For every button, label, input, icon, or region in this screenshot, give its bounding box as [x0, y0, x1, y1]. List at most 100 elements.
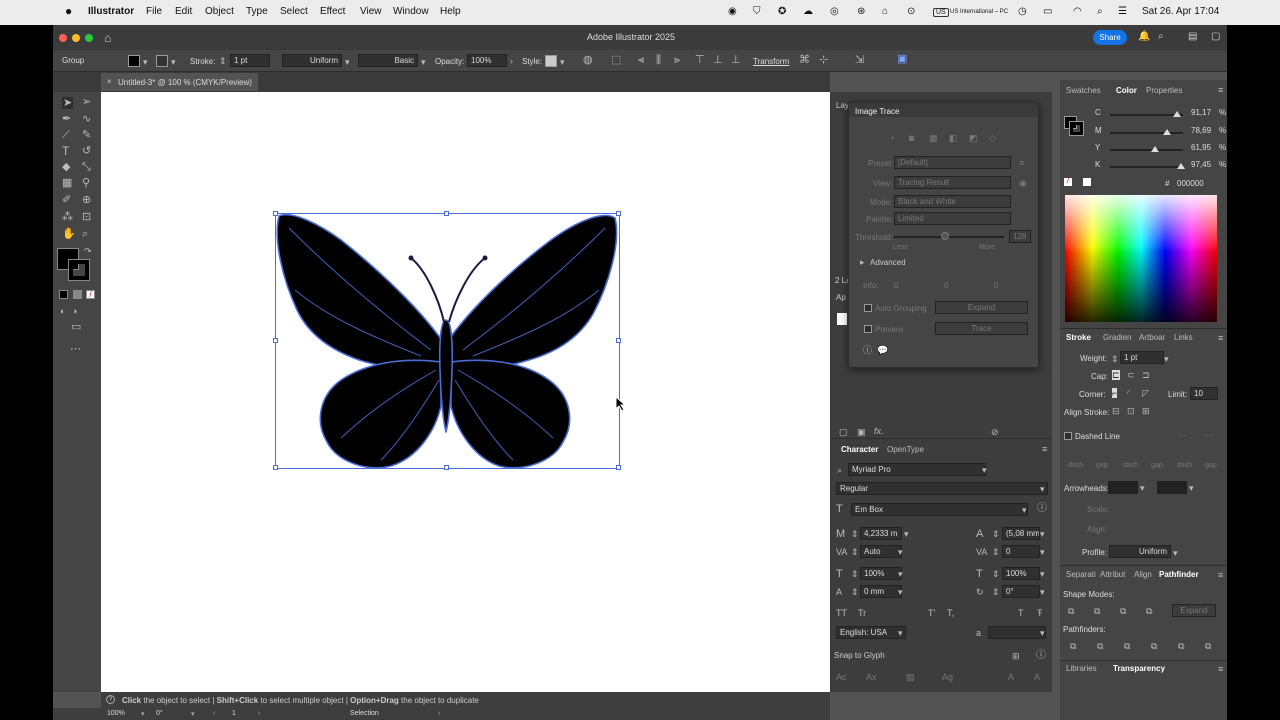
none-mode-icon[interactable]: / [86, 290, 95, 299]
search-icon[interactable]: ⌕ [1097, 6, 1103, 17]
subscript-icon[interactable]: T, [947, 608, 954, 618]
chevron-down-icon[interactable]: ▾ [421, 57, 426, 67]
panel-menu-icon[interactable]: ≡ [1218, 333, 1223, 343]
small-caps-icon[interactable]: Tr [858, 608, 866, 618]
stroke-weight-field[interactable]: 1 pt [230, 54, 270, 67]
superscript-icon[interactable]: T' [928, 608, 935, 618]
chevron-down-icon[interactable]: ▾ [1164, 354, 1169, 364]
artboard-tool-icon[interactable]: ⊡ [82, 212, 91, 223]
threshold-field[interactable]: 128 [1009, 230, 1031, 243]
menu-object[interactable]: Object [205, 6, 234, 17]
cloud-icon[interactable]: ☁ [803, 6, 813, 17]
baseline-shift-field[interactable]: 0 mm [860, 585, 902, 598]
k-slider[interactable] [1110, 166, 1183, 168]
align-right-icon[interactable]: ⫸ [674, 55, 680, 66]
snap-anchor-icon[interactable]: A [1034, 672, 1040, 682]
threshold-slider-knob[interactable] [941, 232, 949, 240]
chevron-down-icon[interactable]: ▾ [898, 628, 903, 638]
stroke-color-box[interactable] [68, 259, 90, 281]
snap-angular-icon[interactable]: A [1008, 672, 1014, 682]
recolor-icon[interactable]: ◍ [583, 55, 593, 66]
vpn-icon[interactable]: ⊙ [907, 6, 915, 17]
black-white-icon[interactable]: ◩ [969, 133, 978, 143]
bell-icon[interactable]: ⌂ [882, 6, 888, 17]
m-value[interactable]: 78,69 [1191, 126, 1211, 135]
k-value[interactable]: 97,45 [1191, 160, 1211, 169]
c-value[interactable]: 91,17 [1191, 108, 1211, 117]
headphones-icon[interactable]: ◎ [830, 6, 839, 17]
help-icon[interactable]: ? [106, 695, 115, 704]
tab-links[interactable]: Links [1174, 333, 1193, 342]
view-select[interactable]: Tracing Result [894, 176, 1011, 189]
chevron-down-icon[interactable]: ▾ [1022, 505, 1027, 515]
tab-opentype[interactable]: OpenType [887, 445, 924, 454]
chevron-down-icon[interactable]: ▾ [141, 710, 145, 718]
prev-artboard-icon[interactable]: ‹ [213, 710, 215, 717]
exclude-icon[interactable]: ⧉ [1146, 606, 1152, 616]
snap-options-icon[interactable]: ⊞ [1012, 651, 1020, 661]
shape-builder-tool-icon[interactable]: ⊕ [82, 195, 91, 206]
unite-icon[interactable]: ⧉ [1068, 606, 1074, 616]
stepper-icon[interactable]: ⇕ [992, 547, 1000, 557]
tab-attributes[interactable]: Attribut [1100, 570, 1125, 579]
brush-select[interactable]: Basic [358, 54, 418, 67]
resize-handle[interactable] [444, 211, 449, 216]
extension-icon[interactable]: ✪ [778, 6, 786, 17]
round-join-icon[interactable]: ◜ [1127, 388, 1131, 398]
preset-menu-icon[interactable]: ≡ [1019, 158, 1024, 168]
shield-icon[interactable]: ⛉ [753, 6, 761, 17]
direct-selection-tool-icon[interactable]: ➢ [82, 97, 91, 108]
expand-button[interactable]: Expand [1172, 604, 1216, 617]
m-slider[interactable] [1110, 132, 1183, 134]
screen-mode-icon[interactable]: ▭ [71, 322, 81, 333]
chevron-down-icon[interactable]: ▾ [1040, 569, 1045, 579]
width-tool-icon[interactable]: ✐ [62, 195, 71, 206]
keyboard-icon[interactable]: US [933, 8, 949, 17]
menu-select[interactable]: Select [280, 6, 308, 17]
search-icon[interactable]: ⌕ [1158, 31, 1164, 42]
align-top-icon[interactable]: ⊤ [695, 55, 705, 66]
control-center-icon[interactable]: ☰ [1118, 6, 1127, 17]
chevron-down-icon[interactable]: ▾ [1040, 628, 1045, 638]
advanced-label[interactable]: Advanced [870, 258, 906, 267]
snap-baseline-icon[interactable]: Ac [836, 672, 847, 682]
chevron-down-icon[interactable]: ▾ [904, 529, 909, 539]
c-slider-knob[interactable] [1172, 111, 1181, 117]
type-tool-icon[interactable]: T [62, 145, 69, 157]
stepper-icon[interactable]: ⇕ [851, 529, 859, 539]
transform-link[interactable]: Transform [753, 57, 789, 66]
battery-icon[interactable]: ▭ [1043, 6, 1052, 17]
round-cap-icon[interactable]: ⊂ [1127, 370, 1135, 380]
style-swatch[interactable] [545, 55, 557, 67]
leading-field[interactable]: (5,08 mm [1002, 527, 1040, 540]
resize-handle[interactable] [444, 465, 449, 470]
anti-aliasing-select[interactable] [988, 626, 1046, 639]
hex-value[interactable]: 000000 [1177, 179, 1204, 188]
new-layer-icon[interactable]: ▢ [839, 427, 848, 437]
zoom-select[interactable]: 100% [107, 710, 125, 717]
chevron-down-icon[interactable]: ▾ [191, 710, 195, 718]
minus-back-icon[interactable]: ⧉ [1205, 641, 1211, 651]
chevron-down-icon[interactable]: ▾ [1040, 547, 1045, 557]
chevron-down-icon[interactable]: ▾ [560, 57, 565, 67]
search-icon[interactable]: ⌕ [837, 465, 842, 475]
duplicate-icon[interactable]: ▣ [857, 427, 866, 437]
align-outside-icon[interactable]: ⊞ [1142, 406, 1150, 416]
chevron-down-icon[interactable]: ▾ [1189, 483, 1194, 493]
language-select[interactable]: English: USA [836, 626, 906, 639]
draw-behind-icon[interactable]: ◑ [72, 306, 77, 316]
resize-handle[interactable] [616, 465, 621, 470]
minimize-window-button[interactable] [72, 34, 80, 42]
gradient-tool-icon[interactable]: ▦ [62, 178, 72, 189]
eraser-tool-icon[interactable]: ◆ [62, 162, 70, 173]
none-color-icon[interactable]: / [1064, 178, 1072, 186]
snap-proximity-icon[interactable]: Ag [942, 672, 953, 682]
align-dash-icon[interactable]: ⋯ [1203, 430, 1212, 440]
next-artboard-icon[interactable]: › [258, 710, 260, 717]
stepper-icon[interactable]: ⇕ [1111, 354, 1119, 364]
resize-handle[interactable] [616, 338, 621, 343]
clock-icon[interactable]: ◷ [1018, 6, 1027, 17]
close-window-button[interactable] [59, 34, 67, 42]
resize-handle[interactable] [273, 211, 278, 216]
menu-help[interactable]: Help [440, 6, 461, 17]
